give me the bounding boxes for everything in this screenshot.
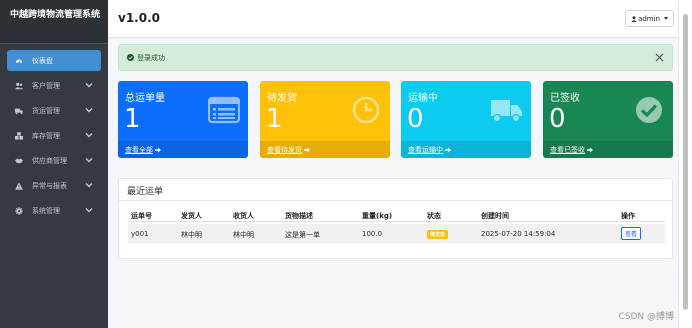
stat-link-text: 查看已签收 bbox=[550, 145, 585, 154]
arrow-right-icon bbox=[155, 147, 161, 152]
column-header: 发货人 bbox=[181, 212, 202, 220]
scrollbar-thumb[interactable] bbox=[683, 14, 688, 310]
stat-link-total[interactable]: 查看全部 bbox=[118, 141, 248, 158]
brand-title: 中越跨境物流管理系统 bbox=[0, 0, 108, 44]
column-header: 收货人 bbox=[233, 212, 254, 220]
sidebar-item-label: 客户管理 bbox=[32, 81, 60, 90]
chevron-down-icon bbox=[85, 208, 93, 213]
sidebar-item-suppliers[interactable]: 供应商管理 bbox=[7, 150, 101, 171]
stat-link-text: 查看全部 bbox=[125, 145, 153, 154]
column-header: 状态 bbox=[427, 212, 441, 220]
user-icon bbox=[631, 15, 637, 22]
stat-value: 0 bbox=[549, 104, 566, 134]
stat-title: 待发货 bbox=[267, 93, 297, 104]
arrow-right-icon bbox=[445, 147, 451, 152]
cell-id: y001 bbox=[131, 230, 149, 238]
stat-link-text: 查看待发货 bbox=[267, 145, 302, 154]
sidebar-item-shipments[interactable]: 货运管理 bbox=[7, 100, 101, 121]
version-label: v1.0.0 bbox=[118, 11, 160, 25]
arrow-right-icon bbox=[587, 147, 593, 152]
recent-shipments-panel: 最近运单 运单号 发货人 收货人 货物描述 重量(kg) 状态 创建时间 操作 … bbox=[118, 178, 673, 259]
boxes-icon bbox=[14, 131, 24, 141]
stat-title: 总运单量 bbox=[125, 93, 165, 104]
sidebar-item-label: 货运管理 bbox=[32, 106, 60, 115]
scrollbar[interactable] bbox=[678, 0, 692, 328]
cell-sender: 林中明 bbox=[181, 231, 202, 239]
column-header: 运单号 bbox=[131, 212, 152, 220]
sidebar-item-customers[interactable]: 客户管理 bbox=[7, 75, 101, 96]
cell-weight: 100.0 bbox=[362, 230, 383, 238]
cell-description: 这是第一单 bbox=[285, 231, 320, 239]
stat-title: 运输中 bbox=[408, 93, 438, 104]
sidebar-item-label: 系统管理 bbox=[32, 206, 60, 215]
table-row: y001 林中明 林中明 这是第一单 100.0 待发货 2025-07-20 … bbox=[128, 224, 665, 243]
truck-icon bbox=[491, 100, 522, 123]
sidebar-item-label: 供应商管理 bbox=[32, 156, 67, 165]
sidebar-item-label: 异常与报表 bbox=[32, 181, 67, 190]
stat-value: 1 bbox=[124, 104, 141, 134]
user-menu-button[interactable]: admin bbox=[625, 10, 674, 27]
check-circle-icon bbox=[127, 54, 134, 61]
stat-card-delivered: 已签收 0 查看已签收 bbox=[543, 81, 673, 158]
check-circle-icon bbox=[636, 97, 662, 123]
stat-value: 0 bbox=[407, 104, 424, 134]
clock-icon bbox=[352, 96, 380, 124]
user-name: admin bbox=[638, 14, 660, 23]
alert-message: 登录成功 bbox=[137, 53, 165, 62]
chevron-down-icon bbox=[85, 133, 93, 138]
sidebar-item-label: 库存管理 bbox=[32, 131, 60, 140]
cell-created: 2025-07-20 14:59:04 bbox=[481, 230, 556, 238]
sidebar-item-label: 仪表盘 bbox=[32, 56, 53, 65]
stat-link-in-transit[interactable]: 查看运输中 bbox=[401, 141, 531, 158]
stat-card-in-transit: 运输中 0 查看运输中 bbox=[401, 81, 531, 158]
sidebar-item-dashboard[interactable]: 仪表盘 bbox=[7, 50, 101, 71]
watermark: CSDN @搏博 bbox=[618, 312, 674, 322]
status-badge: 待发货 bbox=[427, 230, 449, 239]
column-header: 重量(kg) bbox=[362, 212, 393, 220]
caret-down-icon bbox=[664, 17, 668, 20]
stat-title: 已签收 bbox=[550, 93, 580, 104]
stat-card-total: 总运单量 1 查看全部 bbox=[118, 81, 248, 158]
column-header: 创建时间 bbox=[481, 212, 509, 220]
column-header: 操作 bbox=[621, 212, 635, 220]
sidebar-item-system[interactable]: 系统管理 bbox=[7, 200, 101, 221]
topbar: v1.0.0 admin bbox=[108, 0, 678, 38]
table-header: 运单号 发货人 收货人 货物描述 重量(kg) 状态 创建时间 操作 bbox=[128, 207, 665, 222]
warning-icon bbox=[14, 181, 24, 191]
chevron-down-icon bbox=[85, 108, 93, 113]
cell-receiver: 林中明 bbox=[233, 231, 254, 239]
handshake-icon bbox=[14, 156, 24, 166]
column-header: 货物描述 bbox=[285, 212, 313, 220]
panel-title: 最近运单 bbox=[119, 179, 672, 201]
stat-card-pending: 待发货 1 查看待发货 bbox=[260, 81, 390, 158]
users-icon bbox=[14, 81, 24, 91]
chevron-down-icon bbox=[85, 83, 93, 88]
stat-link-delivered[interactable]: 查看已签收 bbox=[543, 141, 673, 158]
cell-status: 待发货 bbox=[427, 230, 449, 239]
arrow-right-icon bbox=[304, 147, 310, 152]
stat-link-pending[interactable]: 查看待发货 bbox=[260, 141, 390, 158]
sidebar-nav: 仪表盘 客户管理 货运管理 库存管理 供应商管理 异常与报表 系统管理 bbox=[0, 44, 108, 221]
sidebar: 中越跨境物流管理系统 仪表盘 客户管理 货运管理 库存管理 供应商管理 异常与报… bbox=[0, 0, 108, 328]
stat-link-text: 查看运输中 bbox=[408, 145, 443, 154]
sidebar-item-reports[interactable]: 异常与报表 bbox=[7, 175, 101, 196]
truck-icon bbox=[14, 106, 24, 116]
gear-icon bbox=[14, 206, 24, 216]
chevron-down-icon bbox=[85, 183, 93, 188]
shipments-table: 运单号 发货人 收货人 货物描述 重量(kg) 状态 创建时间 操作 y001 … bbox=[128, 207, 665, 243]
stat-value: 1 bbox=[266, 104, 283, 134]
list-icon bbox=[208, 96, 240, 124]
view-button[interactable]: 查看 bbox=[621, 227, 642, 240]
chevron-down-icon bbox=[85, 158, 93, 163]
close-icon[interactable] bbox=[654, 52, 665, 63]
success-alert: 登录成功 bbox=[118, 44, 673, 71]
sidebar-item-inventory[interactable]: 库存管理 bbox=[7, 125, 101, 146]
dashboard-icon bbox=[14, 56, 24, 66]
